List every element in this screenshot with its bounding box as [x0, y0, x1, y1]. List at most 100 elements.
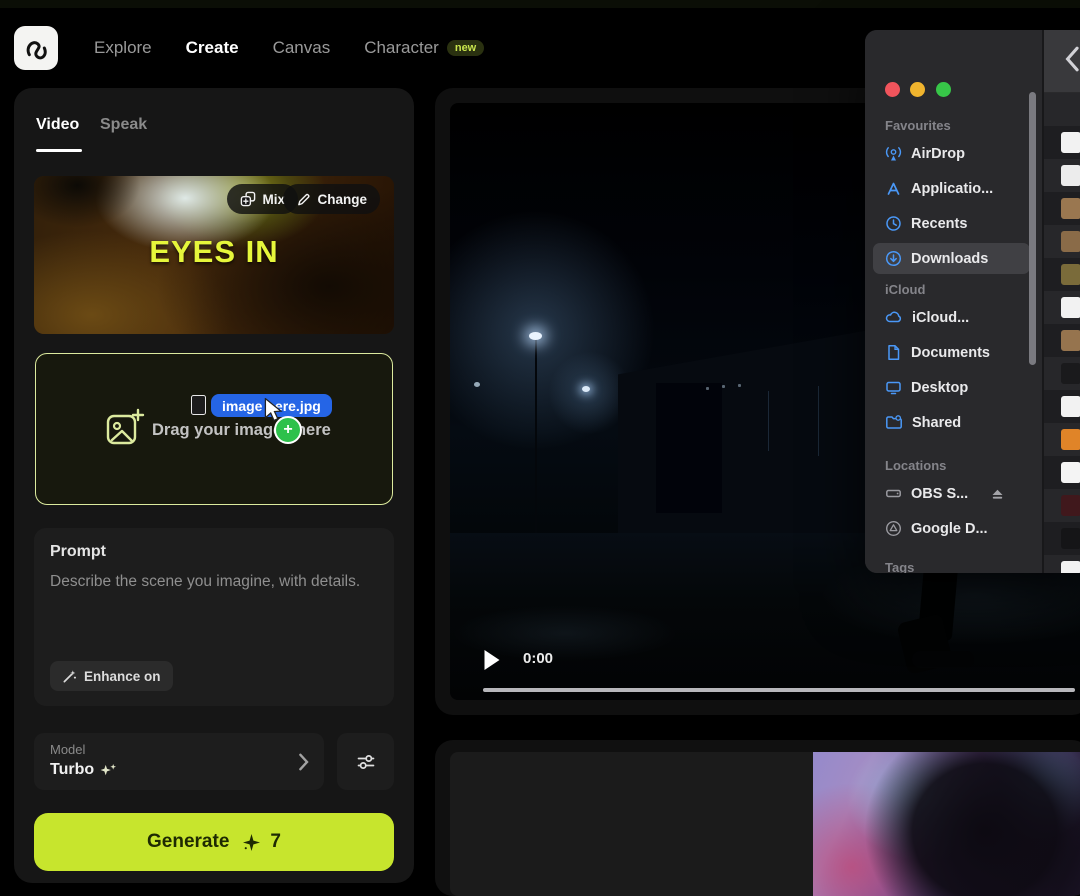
clock-icon — [885, 215, 902, 232]
pencil-icon — [296, 192, 311, 207]
nav-explore[interactable]: Explore — [94, 38, 152, 58]
sidebar-item-shared[interactable]: Shared — [873, 407, 1030, 438]
prompt-box[interactable]: Prompt Describe the scene you imagine, w… — [34, 528, 394, 706]
top-strip — [0, 0, 1080, 8]
squiggle-logo-icon — [21, 33, 51, 63]
change-button[interactable]: Change — [283, 184, 380, 214]
finder-file-row[interactable] — [1044, 522, 1080, 555]
image-dropzone[interactable]: Drag your images here image here.jpg + — [35, 353, 393, 505]
sidebar-section-favourites: Favourites — [885, 118, 951, 133]
sidebar-item-downloads[interactable]: Downloads — [873, 243, 1030, 274]
finder-file-row[interactable] — [1044, 555, 1080, 573]
applications-icon — [885, 180, 902, 197]
nav-canvas[interactable]: Canvas — [273, 38, 331, 58]
magic-wand-icon — [62, 669, 77, 684]
file-icon — [1061, 330, 1080, 351]
enhance-toggle[interactable]: Enhance on — [50, 661, 173, 691]
back-chevron-icon[interactable] — [1065, 46, 1079, 72]
thumbnail-caption: EYES IN — [34, 234, 394, 270]
minimize-window-button[interactable] — [910, 82, 925, 97]
lamp-pole — [535, 339, 537, 564]
drag-copy-plus-badge: + — [274, 416, 302, 444]
finder-file-row[interactable] — [1044, 192, 1080, 225]
video-progress-bar[interactable] — [483, 688, 1075, 692]
advanced-settings-button[interactable] — [337, 733, 394, 790]
shoe-silhouette — [912, 651, 974, 668]
sidebar-item-airdrop[interactable]: AirDrop — [873, 138, 1030, 169]
model-value: Turbo — [50, 761, 117, 779]
tab-video[interactable]: Video — [36, 116, 79, 134]
eject-icon[interactable] — [991, 488, 1004, 500]
sidebar-item-documents[interactable]: Documents — [873, 337, 1030, 368]
file-icon — [1061, 363, 1080, 384]
sidebar-section-locations: Locations — [885, 458, 946, 473]
finder-file-row[interactable] — [1044, 225, 1080, 258]
file-icon — [1061, 165, 1080, 186]
finder-file-row[interactable] — [1044, 390, 1080, 423]
finder-file-row[interactable] — [1044, 324, 1080, 357]
finder-file-row[interactable] — [1044, 126, 1080, 159]
finder-file-row[interactable] — [1044, 291, 1080, 324]
finder-file-row[interactable] — [1044, 489, 1080, 522]
main-nav: Explore Create Canvas Characternew — [94, 38, 484, 58]
downloads-icon — [885, 250, 902, 267]
file-icon — [1061, 429, 1080, 450]
finder-window[interactable]: Favourites AirDrop Applicatio... — [865, 30, 1080, 573]
file-icon — [1061, 396, 1080, 417]
file-icon — [1061, 264, 1080, 285]
finder-file-row[interactable] — [1044, 159, 1080, 192]
file-icon — [1061, 231, 1080, 252]
finder-file-pane — [1044, 30, 1080, 573]
google-drive-icon — [885, 520, 902, 537]
sidebar-item-applications[interactable]: Applicatio... — [873, 173, 1030, 204]
nav-create[interactable]: Create — [186, 38, 239, 58]
reference-thumbnail[interactable]: EYES IN Mix Change — [34, 176, 394, 334]
small-light — [582, 386, 590, 392]
model-label: Model — [50, 742, 85, 757]
airdrop-icon — [885, 145, 902, 162]
sidebar-item-desktop[interactable]: Desktop — [873, 372, 1030, 403]
finder-file-row[interactable] — [1044, 456, 1080, 489]
finder-file-row[interactable] — [1044, 258, 1080, 291]
external-drive-icon — [885, 485, 902, 502]
add-image-icon — [102, 406, 146, 450]
file-icon — [1061, 528, 1080, 549]
nav-character[interactable]: Characternew — [364, 38, 484, 58]
sidebar-scrollbar[interactable] — [1029, 92, 1036, 365]
model-selector[interactable]: Model Turbo — [34, 733, 324, 790]
sidebar-section-tags: Tags — [885, 560, 914, 573]
app-logo[interactable] — [14, 26, 58, 70]
file-icon — [1061, 462, 1080, 483]
finder-file-row[interactable] — [1044, 93, 1080, 126]
purple-portrait-image — [813, 752, 1080, 896]
close-window-button[interactable] — [885, 82, 900, 97]
sidebar-item-google-drive[interactable]: Google D... — [873, 513, 1030, 544]
video-timestamp: 0:00 — [523, 650, 553, 667]
zoom-window-button[interactable] — [936, 82, 951, 97]
generate-button[interactable]: Generate 7 — [34, 813, 394, 871]
distant-light — [474, 382, 480, 387]
sidebar-item-obs-drive[interactable]: OBS S... — [873, 478, 1030, 509]
finder-toolbar — [1044, 30, 1080, 93]
document-icon — [885, 344, 902, 361]
shared-folder-icon — [885, 414, 903, 431]
prompt-input[interactable]: Describe the scene you imagine, with det… — [50, 570, 362, 595]
finder-file-row[interactable] — [1044, 357, 1080, 390]
sidebar-item-icloud-drive[interactable]: iCloud... — [873, 302, 1030, 333]
second-result-card[interactable] — [435, 740, 1080, 896]
mix-icon — [240, 191, 256, 207]
finder-file-row[interactable] — [1044, 423, 1080, 456]
new-badge: new — [447, 40, 484, 56]
app-screen: Explore Create Canvas Characternew Video… — [0, 0, 1080, 896]
create-panel: Video Speak EYES IN Mix Change — [14, 88, 414, 883]
cloud-icon — [885, 309, 903, 326]
sidebar-item-recents[interactable]: Recents — [873, 208, 1030, 239]
tab-speak[interactable]: Speak — [100, 116, 147, 134]
chevron-right-icon — [298, 753, 310, 771]
active-tab-underline — [36, 149, 82, 152]
file-icon — [1061, 297, 1080, 318]
file-icon — [1061, 561, 1080, 573]
sliders-icon — [356, 752, 376, 772]
play-button[interactable] — [483, 650, 501, 670]
dragged-file-icon — [191, 395, 206, 415]
